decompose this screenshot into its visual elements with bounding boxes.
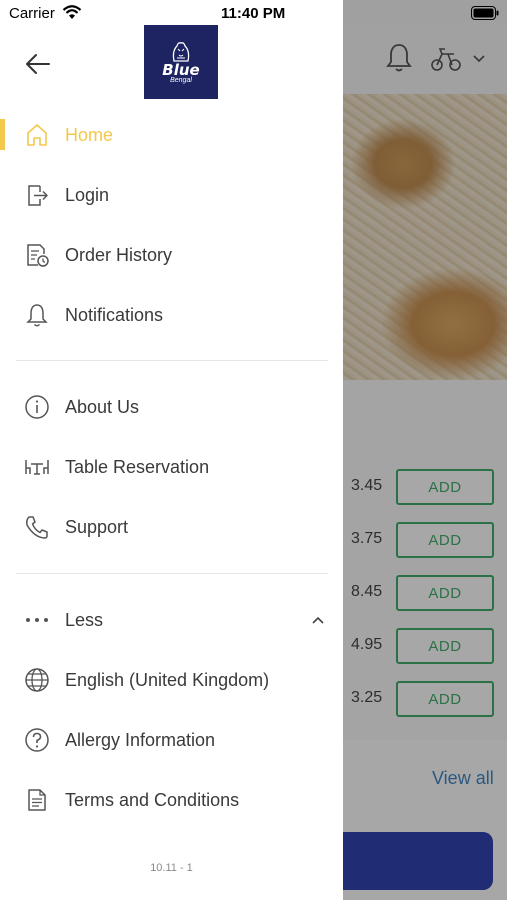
carrier-label: Carrier [9,5,55,22]
login-icon [28,185,48,206]
logo-wordmark: Blue [162,61,200,79]
home-icon [27,124,47,146]
back-arrow-icon[interactable] [24,50,52,78]
drawer-item-label: Allergy Information [65,729,216,750]
drawer-item-home[interactable]: Home [0,107,343,163]
globe-icon [25,668,49,692]
drawer-item-notifications[interactable]: Notifications [0,287,343,343]
info-icon [25,395,49,419]
divider [16,360,328,361]
drawer-item-label: English (United Kingdom) [65,669,270,690]
drawer-item-label: Support [65,516,129,537]
phone-icon [26,516,48,539]
logo-subtitle: Bengal [170,77,192,84]
question-icon [25,728,49,752]
wifi-icon [62,5,82,19]
table-icon [25,460,49,475]
drawer-item-allergy-information[interactable]: Allergy Information [0,712,343,768]
drawer-item-label: Table Reservation [65,456,210,477]
drawer-item-terms-and-conditions[interactable]: Terms and Conditions [0,772,343,828]
drawer-item-label: Less [65,609,104,630]
drawer-item-label: Order History [65,244,173,265]
order-history-icon [27,244,49,267]
drawer-item-label: Home [65,124,114,145]
drawer-item-label: About Us [65,396,140,417]
document-icon [28,789,46,811]
app-version: 10.11 - 1 [150,862,193,874]
drawer-item-label: Login [65,184,110,205]
drawer-item-language[interactable]: English (United Kingdom) [0,652,343,708]
drawer-item-label: Terms and Conditions [65,789,240,810]
drawer-item-table-reservation[interactable]: Table Reservation [0,439,343,495]
brand-logo: Blue Bengal [144,25,218,99]
drawer-item-login[interactable]: Login [0,167,343,223]
bell-icon [26,304,48,327]
drawer-item-label: Notifications [65,304,164,325]
more-dots-icon [26,618,48,622]
drawer-item-about-us[interactable]: About Us [0,379,343,435]
divider [16,573,328,574]
drawer-item-order-history[interactable]: Order History [0,227,343,283]
chevron-up-icon [312,616,324,624]
drawer-item-less[interactable]: Less [0,592,343,648]
status-time: 11:40 PM [221,5,286,22]
side-drawer: Blue Bengal Home Login Order History Not… [0,0,343,900]
drawer-item-support[interactable]: Support [0,499,343,555]
status-bar: Carrier 11:40 PM [0,0,507,26]
battery-icon [471,6,499,20]
